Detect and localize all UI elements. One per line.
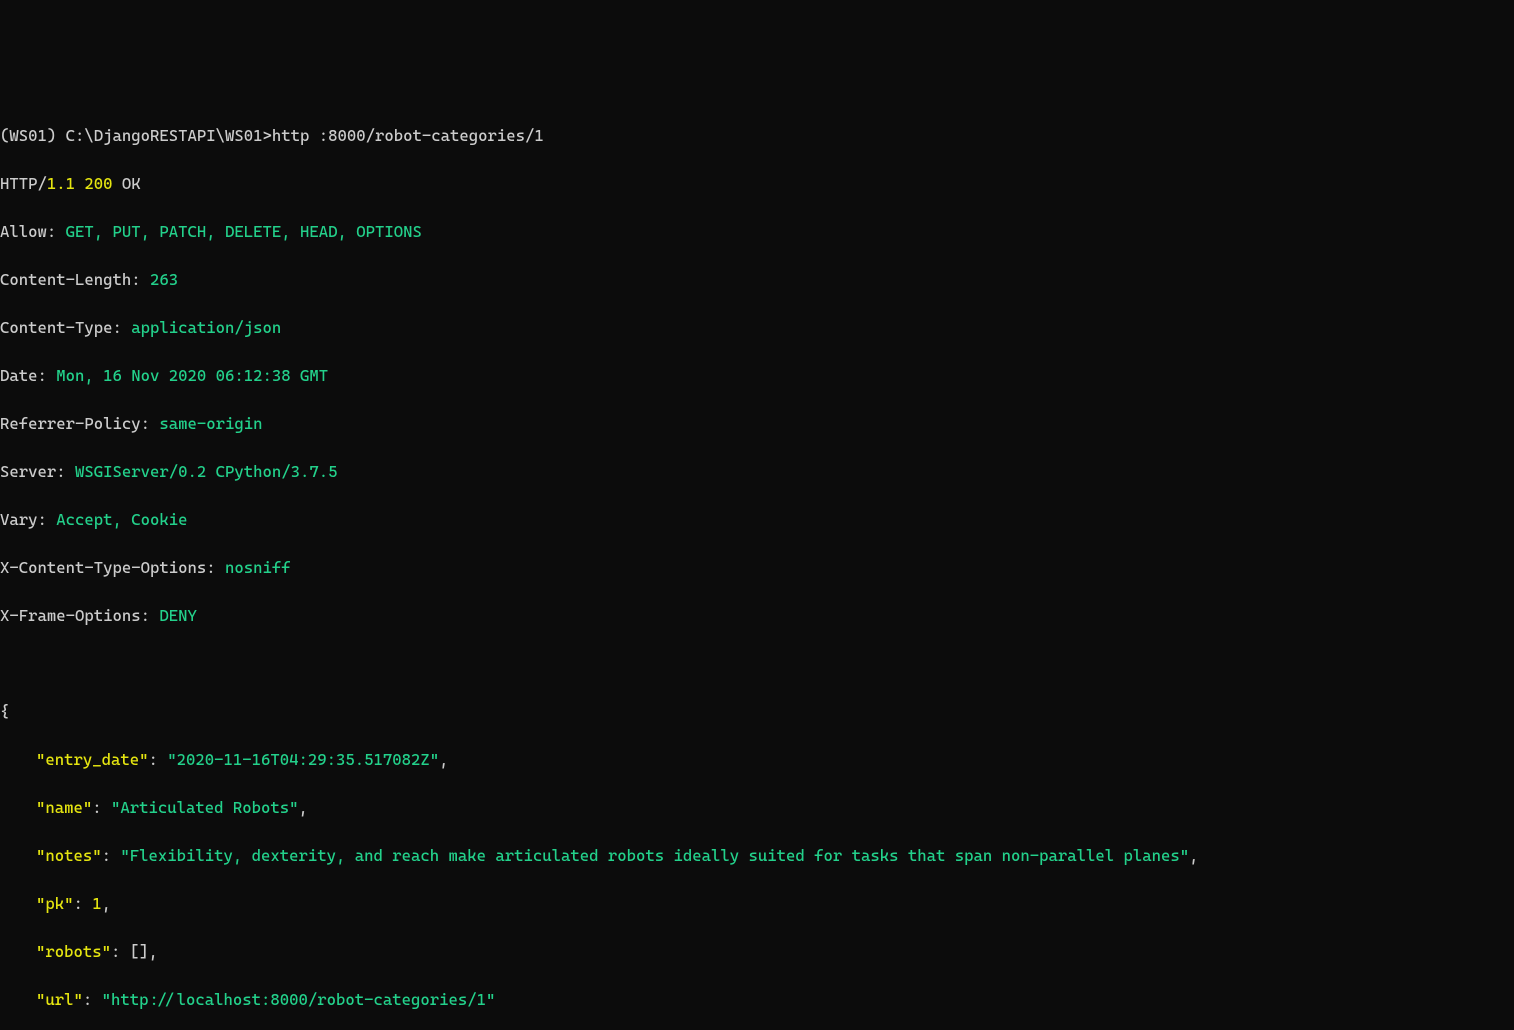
header-value: Accept, Cookie <box>56 510 187 529</box>
header-content-length: Content-Length: 263 <box>0 268 1514 292</box>
header-value: Mon, 16 Nov 2020 06:12:38 GMT <box>56 366 328 385</box>
header-value: 263 <box>150 270 178 289</box>
json-value: 1 <box>92 894 101 913</box>
header-x-content-type-options: X-Content-Type-Options: nosniff <box>0 556 1514 580</box>
status-text: OK <box>113 174 141 193</box>
json-value: "Flexibility, dexterity, and reach make … <box>120 846 1189 865</box>
json-key: "notes" <box>36 846 102 865</box>
header-value: nosniff <box>225 558 291 577</box>
json-notes: "notes": "Flexibility, dexterity, and re… <box>0 844 1514 868</box>
json-url: "url": "http://localhost:8000/robot-cate… <box>0 988 1514 1012</box>
json-pk: "pk": 1, <box>0 892 1514 916</box>
json-key: "url" <box>36 990 83 1009</box>
env-label: (WS01) <box>0 126 66 145</box>
header-key: X-Content-Type-Options <box>0 558 206 577</box>
header-key: Date <box>0 366 38 385</box>
header-content-type: Content-Type: application/json <box>0 316 1514 340</box>
header-key: Content-Length <box>0 270 131 289</box>
json-key: "pk" <box>36 894 74 913</box>
header-date: Date: Mon, 16 Nov 2020 06:12:38 GMT <box>0 364 1514 388</box>
json-value: "Articulated Robots" <box>111 798 299 817</box>
status-line: HTTP/1.1 200 OK <box>0 172 1514 196</box>
header-key: Content-Type <box>0 318 113 337</box>
json-value: "http://localhost:8000/robot-categories/… <box>102 990 496 1009</box>
json-name: "name": "Articulated Robots", <box>0 796 1514 820</box>
json-entry-date: "entry_date": "2020-11-16T04:29:35.51708… <box>0 748 1514 772</box>
protocol-label: HTTP/ <box>0 174 47 193</box>
json-robots: "robots": [], <box>0 940 1514 964</box>
header-value: WSGIServer/0.2 CPython/3.7.5 <box>75 462 338 481</box>
header-referrer-policy: Referrer-Policy: same-origin <box>0 412 1514 436</box>
json-value: "2020-11-16T04:29:35.517082Z" <box>167 750 439 769</box>
header-key: Server <box>0 462 56 481</box>
header-allow: Allow: GET, PUT, PATCH, DELETE, HEAD, OP… <box>0 220 1514 244</box>
header-server: Server: WSGIServer/0.2 CPython/3.7.5 <box>0 460 1514 484</box>
header-vary: Vary: Accept, Cookie <box>0 508 1514 532</box>
json-value: : [] <box>111 942 149 961</box>
json-key: "entry_date" <box>36 750 149 769</box>
terminal-output[interactable]: (WS01) C:\DjangoRESTAPI\WS01>http :8000/… <box>0 100 1514 1030</box>
header-x-frame-options: X-Frame-Options: DENY <box>0 604 1514 628</box>
header-value: GET, PUT, PATCH, DELETE, HEAD, OPTIONS <box>66 222 422 241</box>
header-value: DENY <box>159 606 197 625</box>
header-value: same-origin <box>159 414 262 433</box>
blank-line <box>0 652 1514 676</box>
header-key: Allow <box>0 222 47 241</box>
command-text: http :8000/robot-categories/1 <box>272 126 544 145</box>
prompt-line: (WS01) C:\DjangoRESTAPI\WS01>http :8000/… <box>0 124 1514 148</box>
json-key: "name" <box>36 798 92 817</box>
header-key: X-Frame-Options <box>0 606 141 625</box>
json-open-brace: { <box>0 700 1514 724</box>
json-key: "robots" <box>36 942 111 961</box>
header-value: application/json <box>131 318 281 337</box>
header-key: Referrer-Policy <box>0 414 141 433</box>
path-label: C:\DjangoRESTAPI\WS01> <box>66 126 272 145</box>
status-code: 200 <box>84 174 112 193</box>
http-version: 1.1 <box>47 174 75 193</box>
header-key: Vary <box>0 510 38 529</box>
